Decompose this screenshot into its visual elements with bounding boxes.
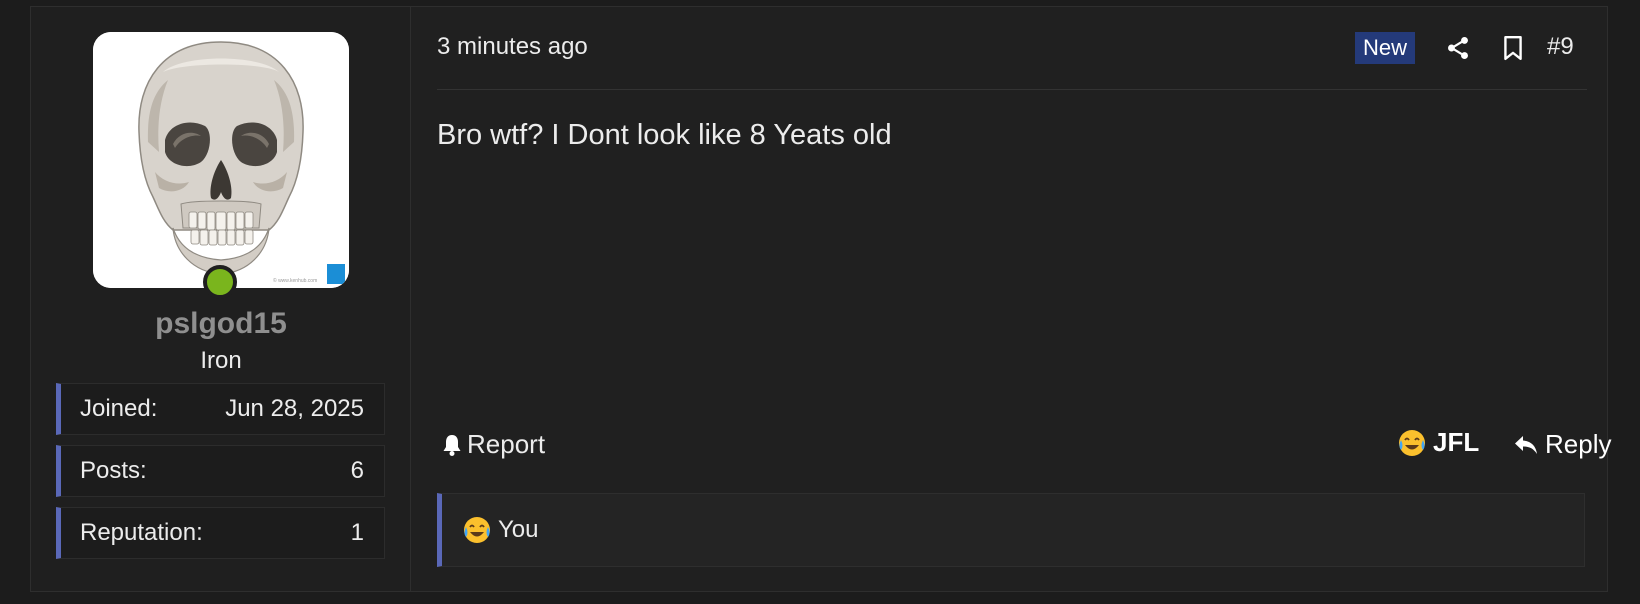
forum-post: © www.kenhub.com pslgod15 Iron Joined: J…	[30, 6, 1611, 592]
reply-label: Reply	[1545, 429, 1612, 459]
post-main: 3 minutes ago New #9 Bro wtf? I Dont loo…	[437, 7, 1611, 591]
reaction-button[interactable]: JFL	[1397, 427, 1479, 458]
reactions-summary[interactable]: You	[437, 493, 1585, 567]
user-title: Iron	[200, 347, 242, 374]
report-button[interactable]: Report	[441, 429, 545, 460]
post-number-link[interactable]: #9	[1547, 33, 1574, 61]
report-label: Report	[467, 429, 546, 459]
skull-avatar-image: © www.kenhub.com	[93, 32, 349, 288]
bell-icon	[443, 434, 461, 456]
stat-label: Posts:	[80, 457, 147, 484]
post-timestamp[interactable]: 3 minutes ago	[437, 33, 588, 61]
reaction-label: JFL	[1433, 427, 1480, 457]
user-info-column: © www.kenhub.com pslgod15 Iron Joined: J…	[31, 7, 429, 591]
avatar-container: © www.kenhub.com	[93, 32, 349, 299]
reply-arrow-icon	[1515, 435, 1537, 454]
bookmark-icon[interactable]	[1496, 31, 1530, 65]
username-link[interactable]: pslgod15	[31, 307, 411, 341]
online-status-indicator	[203, 265, 237, 299]
face-with-tears-of-joy-icon	[464, 517, 490, 543]
stat-reputation: Reputation: 1	[56, 507, 385, 559]
stat-label: Reputation:	[80, 519, 203, 546]
stat-label: Joined:	[80, 395, 158, 422]
post-header: 3 minutes ago New #9	[437, 7, 1587, 90]
stat-value[interactable]: 6	[351, 457, 364, 485]
stat-posts: Posts: 6	[56, 445, 385, 497]
stat-value: 1	[350, 519, 364, 546]
avatar[interactable]: © www.kenhub.com	[93, 32, 349, 288]
post-message: Bro wtf? I Dont look like 8 Yeats old	[437, 119, 892, 151]
svg-text:© www.kenhub.com: © www.kenhub.com	[273, 277, 317, 284]
stat-joined: Joined: Jun 28, 2025	[56, 383, 385, 435]
reactions-summary-text: You	[498, 516, 539, 543]
new-badge: New	[1355, 32, 1416, 64]
reply-button[interactable]: Reply	[1513, 429, 1611, 460]
stat-value: Jun 28, 2025	[225, 395, 364, 422]
share-icon[interactable]	[1441, 31, 1475, 65]
face-with-tears-of-joy-icon	[1399, 429, 1425, 456]
